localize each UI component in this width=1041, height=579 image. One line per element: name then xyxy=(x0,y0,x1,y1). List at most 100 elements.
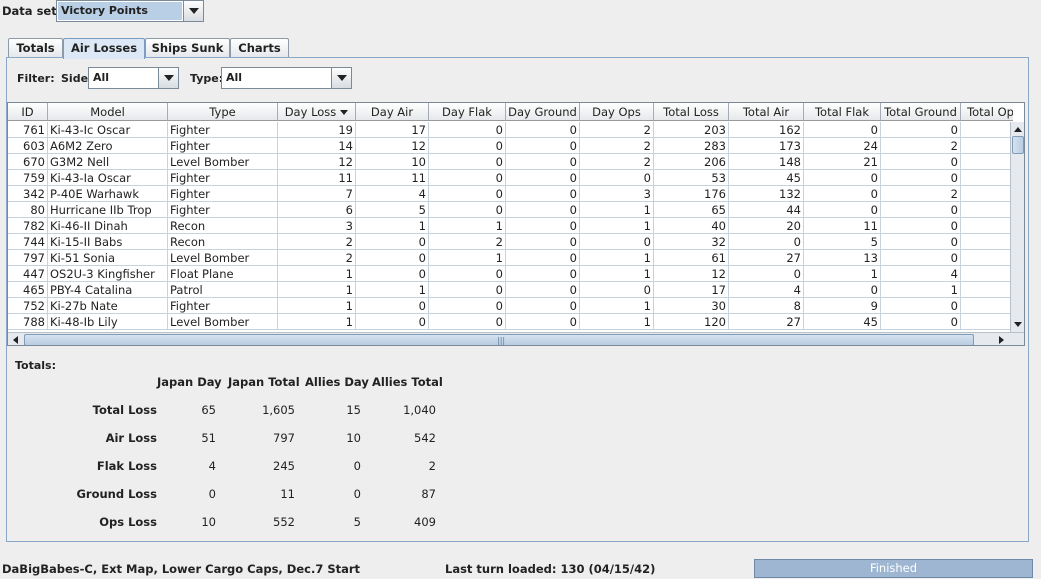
table-cell xyxy=(961,250,1010,266)
table-row[interactable]: 797 Ki-51 Sonia Level Bomber 2 0 1 0 1 61 27 13 0 xyxy=(8,250,1010,266)
tab-ships-sunk[interactable]: Ships Sunk xyxy=(145,38,230,58)
table-row[interactable]: 342 P-40E Warhawk Fighter 7 4 0 0 3 176 132 0 2 xyxy=(8,186,1010,202)
table-cell: 14 xyxy=(278,138,356,154)
column-header[interactable]: Day Air xyxy=(356,103,429,120)
table-row[interactable]: 761 Ki-43-Ic Oscar Fighter 19 17 0 0 2 203 162 0 0 xyxy=(8,122,1010,138)
table-cell: 176 xyxy=(654,186,729,202)
column-header[interactable]: Day Loss xyxy=(278,103,356,120)
scroll-right-icon[interactable] xyxy=(994,333,1009,345)
totals-value: 542 xyxy=(414,431,436,445)
table-cell: 11 xyxy=(356,170,429,186)
column-header[interactable]: Day Flak xyxy=(429,103,506,120)
table-cell: 20 xyxy=(729,218,804,234)
table-cell: 148 xyxy=(729,154,804,170)
side-select[interactable]: All xyxy=(88,67,179,89)
table-cell xyxy=(961,202,1010,218)
table-row[interactable]: 744 Ki-15-II Babs Recon 2 0 2 0 0 32 0 5 0 xyxy=(8,234,1010,250)
table-cell: 13 xyxy=(804,250,881,266)
column-header[interactable]: Day Ops xyxy=(580,103,654,120)
scroll-left-icon[interactable] xyxy=(8,333,23,345)
table-row[interactable]: 80 Hurricane IIb Trop Fighter 6 5 0 0 1 65 44 0 0 xyxy=(8,202,1010,218)
vertical-scrollbar[interactable] xyxy=(1010,122,1024,332)
table-cell: 10 xyxy=(356,154,429,170)
table-cell: 65 xyxy=(654,202,729,218)
table-cell: 4 xyxy=(356,186,429,202)
table-row[interactable]: 752 Ki-27b Nate Fighter 1 0 0 0 1 30 8 9 0 xyxy=(8,298,1010,314)
table-cell: 1 xyxy=(278,282,356,298)
table-cell: Ki-15-II Babs xyxy=(48,234,168,250)
table-cell: 7 xyxy=(278,186,356,202)
table-row[interactable]: 670 G3M2 Nell Level Bomber 12 10 0 0 2 206 148 21 0 xyxy=(8,154,1010,170)
table-cell: 162 xyxy=(729,122,804,138)
tab-air-losses[interactable]: Air Losses xyxy=(63,38,145,59)
table-cell: 132 xyxy=(729,186,804,202)
column-header[interactable]: Total Air xyxy=(729,103,804,120)
table-row[interactable]: 782 Ki-46-II Dinah Recon 3 1 1 0 1 40 20 11 0 xyxy=(8,218,1010,234)
table-row[interactable]: 603 A6M2 Zero Fighter 14 12 0 0 2 283 173 24 2 xyxy=(8,138,1010,154)
table-cell: 61 xyxy=(654,250,729,266)
table-cell: 0 xyxy=(881,218,961,234)
column-header[interactable]: Type xyxy=(168,103,278,120)
table-cell: 8 xyxy=(729,298,804,314)
table-cell: 24 xyxy=(804,138,881,154)
table-cell: 0 xyxy=(506,122,580,138)
dataset-select[interactable]: Victory Points xyxy=(56,0,204,22)
table-body: 761 Ki-43-Ic Oscar Fighter 19 17 0 0 2 203 162 0 0 6… xyxy=(8,122,1010,332)
table-cell: 2 xyxy=(278,234,356,250)
table-cell: 2 xyxy=(429,234,506,250)
table-cell: Ki-43-Ic Oscar xyxy=(48,122,168,138)
table-cell: 0 xyxy=(506,266,580,282)
column-header-label: Model xyxy=(90,105,125,119)
table-cell: 1 xyxy=(429,218,506,234)
type-select[interactable]: All xyxy=(221,67,352,89)
table-cell: 0 xyxy=(804,170,881,186)
table-cell: 447 xyxy=(8,266,48,282)
chevron-down-icon[interactable] xyxy=(331,68,351,88)
table-cell: 3 xyxy=(278,218,356,234)
table-cell: Fighter xyxy=(168,170,278,186)
totals-value: 0 xyxy=(353,459,361,473)
table-cell: 2 xyxy=(580,154,654,170)
chevron-down-icon[interactable] xyxy=(158,68,178,88)
table-cell: 752 xyxy=(8,298,48,314)
table-cell: 1 xyxy=(356,282,429,298)
table-cell: Fighter xyxy=(168,202,278,218)
table-cell: 1 xyxy=(580,250,654,266)
table-cell: 761 xyxy=(8,122,48,138)
totals-title: Totals: xyxy=(15,359,56,372)
column-header-label: Total Air xyxy=(742,105,790,119)
column-header[interactable]: Model xyxy=(48,103,168,120)
table-cell: 0 xyxy=(506,234,580,250)
column-header[interactable]: ID xyxy=(8,103,48,120)
table-cell: Ki-51 Sonia xyxy=(48,250,168,266)
tab-totals[interactable]: Totals xyxy=(8,38,63,58)
column-header[interactable]: Day Ground xyxy=(506,103,580,120)
table-cell: 0 xyxy=(506,218,580,234)
air-losses-table: ID Model Type Day Loss Day Air Day Flak Day Gr… xyxy=(7,102,1025,346)
table-cell: Patrol xyxy=(168,282,278,298)
column-header[interactable]: Total Loss xyxy=(654,103,729,120)
column-header[interactable]: Total Ground xyxy=(881,103,961,120)
totals-value: 245 xyxy=(273,459,295,473)
table-row[interactable]: 447 OS2U-3 Kingfisher Float Plane 1 0 0 0 1 12 0 1… xyxy=(8,266,1010,282)
table-row[interactable]: 788 Ki-48-Ib Lily Level Bomber 1 0 0 0 1 120 27 45… xyxy=(8,314,1010,330)
column-header[interactable]: Total Op xyxy=(961,103,1013,120)
totals-value: 51 xyxy=(201,431,216,445)
table-cell: Ki-43-Ia Oscar xyxy=(48,170,168,186)
chevron-down-icon[interactable] xyxy=(183,1,203,21)
table-cell: 0 xyxy=(356,298,429,314)
table-row[interactable]: 759 Ki-43-Ia Oscar Fighter 11 11 0 0 0 53 45 0 0 xyxy=(8,170,1010,186)
totals-row-label: Ops Loss xyxy=(99,515,157,529)
table-row[interactable]: 465 PBY-4 Catalina Patrol 1 1 0 0 0 17 4 0 1 xyxy=(8,282,1010,298)
column-header[interactable]: Total Flak xyxy=(804,103,881,120)
tab-charts[interactable]: Charts xyxy=(230,38,289,58)
table-cell: 0 xyxy=(580,282,654,298)
horizontal-scrollbar[interactable]: ||| xyxy=(8,332,1024,345)
scroll-thumb[interactable] xyxy=(1012,136,1024,154)
table-cell: 0 xyxy=(506,170,580,186)
table-cell: 0 xyxy=(881,154,961,170)
scroll-down-icon[interactable] xyxy=(1011,317,1024,332)
table-cell: Fighter xyxy=(168,138,278,154)
scroll-up-icon[interactable] xyxy=(1011,122,1024,137)
table-cell: 0 xyxy=(580,234,654,250)
